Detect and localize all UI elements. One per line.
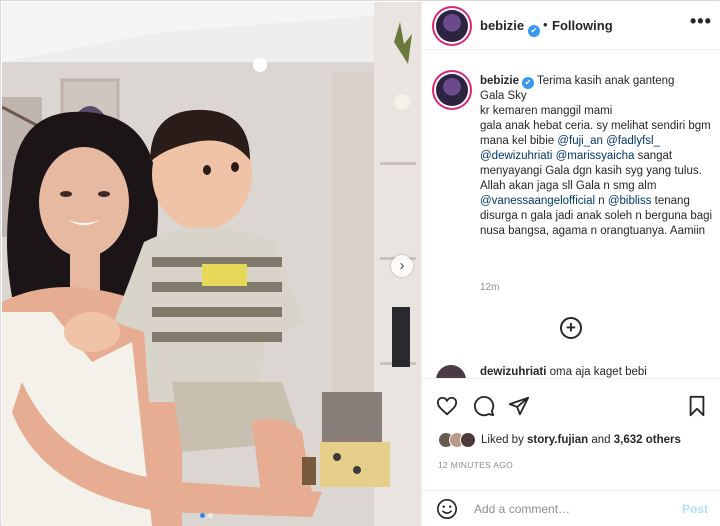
liked-by-user-link[interactable]: story.fujian (527, 434, 588, 446)
comments-area: bebizie ✔ Terima kasih anak ganteng Gala … (422, 51, 720, 378)
carousel-dot (208, 513, 213, 518)
caption-line-2: Gala Sky (480, 90, 527, 102)
mention-link[interactable]: @fuji_an (557, 135, 603, 147)
more-options-icon[interactable]: ••• (690, 11, 712, 32)
commenter-avatar[interactable] (436, 365, 466, 378)
caption-author-avatar[interactable] (436, 74, 468, 106)
post-photo[interactable]: › (2, 2, 421, 526)
caption-line-3: kr kemaren manggil mami (480, 105, 613, 117)
author-avatar[interactable] (436, 10, 468, 42)
likes-summary: Liked by story.fujian and 3,632 others (438, 431, 681, 449)
post-actions: Liked by story.fujian and 3,632 others 1… (422, 378, 720, 526)
header-separator: • (543, 17, 548, 32)
bookmark-icon[interactable] (686, 395, 708, 417)
post-comment-button[interactable]: Post (682, 502, 708, 516)
liked-by-count-link[interactable]: 3,632 others (614, 434, 681, 446)
caption-text: n (595, 195, 608, 207)
post-side-panel: bebizie ✔ • Following ••• bebizie ✔ Terim… (421, 2, 720, 526)
instagram-post-frame: › bebizie ✔ • Following ••• bebizie ✔ Ter… (0, 0, 720, 526)
photo-illustration (2, 2, 421, 526)
carousel-dot-active (200, 513, 205, 518)
add-comment-input[interactable] (474, 499, 664, 519)
heart-icon[interactable] (436, 395, 458, 417)
carousel-next-button[interactable]: › (391, 255, 413, 277)
liker-avatar (460, 432, 476, 448)
share-icon[interactable] (508, 395, 530, 417)
add-comment-bar: Post (422, 490, 720, 526)
comment-icon[interactable] (473, 395, 495, 417)
comment-item: dewizuhriati oma aja kaget bebi (480, 366, 647, 378)
emoji-icon[interactable] (436, 498, 458, 520)
liked-by-and: and (588, 434, 614, 446)
verified-check-icon: ✔ (521, 77, 534, 89)
comment-username[interactable]: dewizuhriati (480, 366, 546, 378)
mention-link[interactable]: @marissyaicha (556, 150, 635, 162)
author-username[interactable]: bebizie (480, 18, 524, 33)
comment-text: oma aja kaget bebi (549, 366, 647, 378)
mention-link[interactable]: @fadlyfsl_ (606, 135, 660, 147)
post-timestamp: 12 MINUTES AGO (438, 460, 514, 470)
caption-username[interactable]: bebizie (480, 75, 519, 87)
caption-line-1: Terima kasih anak ganteng (536, 75, 675, 87)
following-button[interactable]: Following (552, 18, 613, 33)
mention-link[interactable]: @vanessaangelofficial (480, 195, 595, 207)
plus-circle-icon[interactable]: + (560, 317, 582, 339)
caption-time-ago: 12m (480, 282, 500, 293)
carousel-indicator (200, 513, 213, 518)
verified-badge: ✔ (525, 19, 540, 37)
mention-link[interactable]: @dewizuhriati (480, 150, 552, 162)
verified-check-icon: ✔ (528, 25, 540, 37)
mention-link[interactable]: @bibliss (608, 195, 652, 207)
post-caption: bebizie ✔ Terima kasih anak ganteng Gala … (480, 74, 714, 239)
post-header: bebizie ✔ • Following ••• (422, 2, 720, 50)
liked-by-prefix: Liked by (481, 434, 528, 446)
liked-by-text: Liked by story.fujian and 3,632 others (481, 434, 681, 446)
